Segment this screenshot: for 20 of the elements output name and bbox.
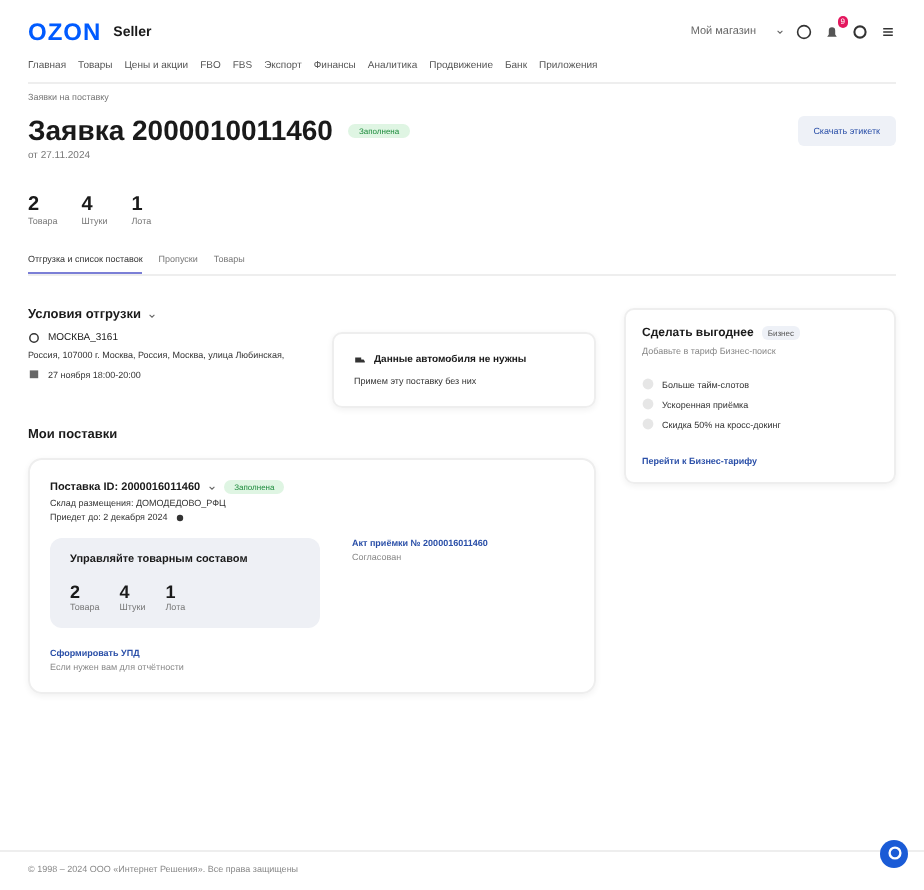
stat-value: 1 <box>165 582 178 602</box>
circle-icon <box>642 418 654 430</box>
caret-icon[interactable] <box>208 483 217 491</box>
chat-icon <box>885 844 903 862</box>
calendar-icon <box>28 368 40 381</box>
caret-icon[interactable] <box>148 311 157 319</box>
stat-value: 4 <box>119 582 132 602</box>
circle-icon <box>642 378 654 390</box>
bell-icon[interactable] <box>824 24 840 40</box>
menu-icon[interactable] <box>880 24 896 40</box>
caret-icon[interactable] <box>776 28 784 36</box>
ozon-logo[interactable]: OZON <box>28 18 102 46</box>
page-title: Заявка 2000010011460 <box>28 114 333 146</box>
stat-value: 2 <box>70 582 83 602</box>
stat-value: 2 <box>28 194 42 216</box>
truck-icon <box>354 354 366 366</box>
stat-value: 1 <box>131 194 145 216</box>
circle-icon <box>642 398 654 410</box>
chat-button[interactable] <box>880 839 908 867</box>
stat-value: 4 <box>81 194 95 216</box>
